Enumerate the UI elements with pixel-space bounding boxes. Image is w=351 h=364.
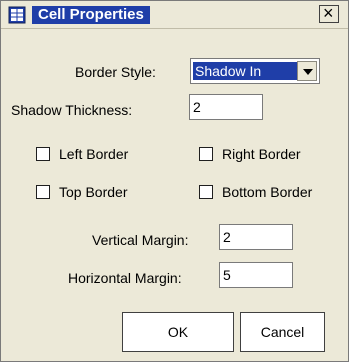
horizontal-margin-label: Horizontal Margin: <box>68 270 182 286</box>
left-border-label: Left Border <box>59 146 129 162</box>
dialog-title: Cell Properties <box>32 6 150 24</box>
shadow-thickness-field[interactable]: 2 <box>189 94 263 120</box>
title-bar: Cell Properties <box>1 1 348 29</box>
border-style-select[interactable]: Shadow In <box>190 58 320 84</box>
border-style-label: Border Style: <box>75 64 156 80</box>
top-border-checkbox[interactable] <box>36 185 50 199</box>
table-icon <box>8 6 26 24</box>
cell-properties-dialog: Cell Properties Border Style: Shadow In … <box>0 0 349 362</box>
close-button[interactable] <box>319 3 339 24</box>
bottom-border-checkbox[interactable] <box>199 185 213 199</box>
border-style-value: Shadow In <box>193 62 299 80</box>
vertical-margin-label: Vertical Margin: <box>92 232 189 248</box>
shadow-thickness-label: Shadow Thickness: <box>11 102 133 118</box>
right-border-checkbox[interactable] <box>199 147 213 161</box>
chevron-down-icon[interactable] <box>297 61 317 81</box>
cancel-button[interactable]: Cancel <box>240 312 325 352</box>
horizontal-margin-field[interactable]: 5 <box>219 262 293 288</box>
ok-button[interactable]: OK <box>122 312 234 352</box>
top-border-label: Top Border <box>59 184 128 200</box>
vertical-margin-field[interactable]: 2 <box>219 224 293 250</box>
left-border-checkbox[interactable] <box>36 147 50 161</box>
bottom-border-label: Bottom Border <box>222 184 313 200</box>
right-border-label: Right Border <box>222 146 301 162</box>
